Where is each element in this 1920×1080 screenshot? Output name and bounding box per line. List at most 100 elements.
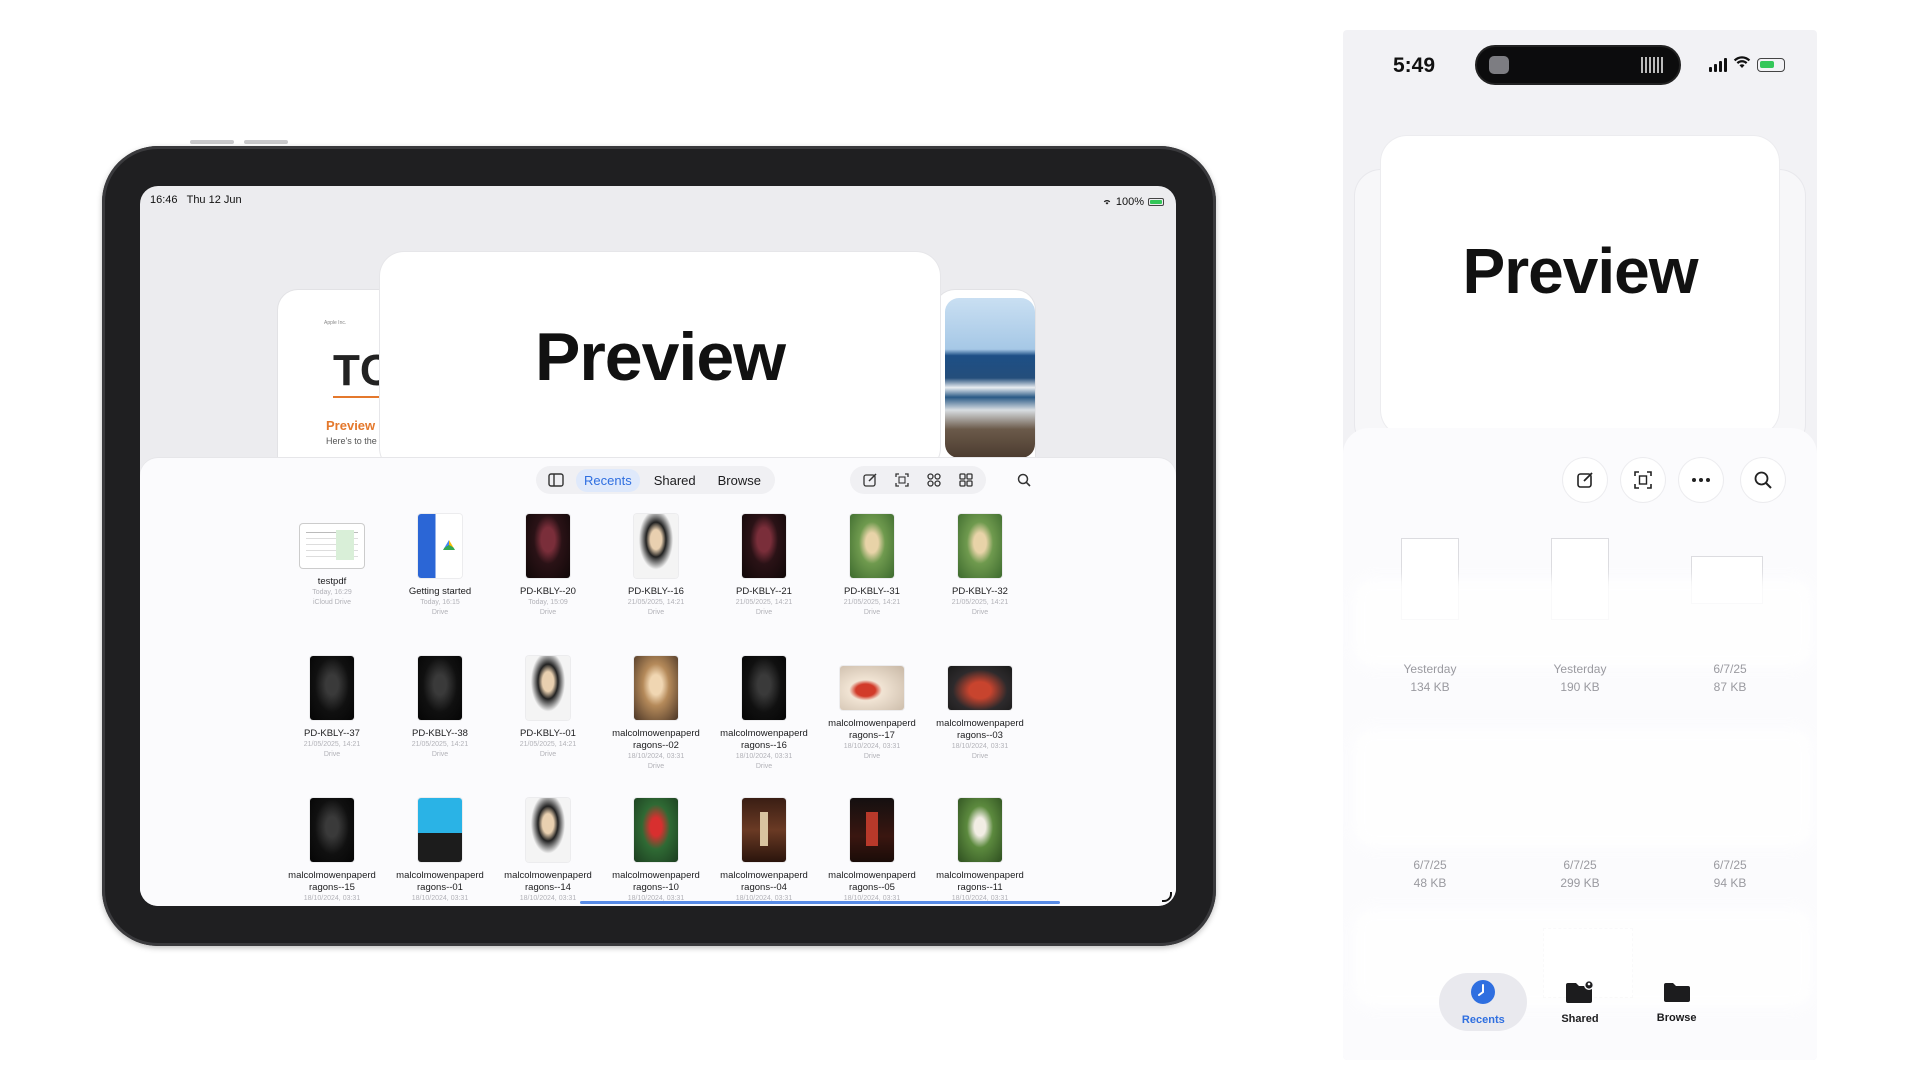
preview-app-card[interactable]: Preview bbox=[380, 252, 940, 472]
file-date: 18/10/2024, 03:31 bbox=[735, 753, 793, 760]
file-browser: Recents Shared Browse testpdf Today, 16:… bbox=[140, 458, 1176, 906]
scan-icon[interactable] bbox=[888, 468, 916, 492]
file-item[interactable]: PD-KBLY--01 21/05/2025, 14:21 Drive bbox=[494, 656, 602, 798]
more-icon[interactable] bbox=[1679, 458, 1723, 502]
file-item[interactable]: malcolmowenpaperd ragons--05 18/10/2024, … bbox=[818, 798, 926, 906]
blur-overlay bbox=[1353, 728, 1813, 848]
file-name: testpdf bbox=[317, 576, 347, 587]
file-location: Drive bbox=[755, 609, 773, 616]
tab-browse[interactable]: Browse bbox=[710, 469, 769, 492]
file-item[interactable]: PD-KBLY--16 21/05/2025, 14:21 Drive bbox=[602, 514, 710, 656]
file-meta: 6/7/25 48 KB bbox=[1380, 856, 1480, 892]
file-meta: Yesterday 134 KB bbox=[1380, 660, 1480, 696]
file-thumbnail bbox=[634, 798, 678, 862]
tab-browse[interactable]: Browse bbox=[1633, 973, 1721, 1031]
file-item[interactable]: malcolmowenpaperd ragons--01 18/10/2024, … bbox=[386, 798, 494, 906]
file-item[interactable]: PD-KBLY--38 21/05/2025, 14:21 Drive bbox=[386, 656, 494, 798]
file-date: 21/05/2025, 14:21 bbox=[519, 741, 577, 748]
file-date: 18/10/2024, 03:31 bbox=[951, 743, 1009, 750]
file-item[interactable]: PD-KBLY--32 21/05/2025, 14:21 Drive bbox=[926, 514, 1034, 656]
file-item[interactable]: PD-KBLY--20 Today, 15:09 Drive bbox=[494, 514, 602, 656]
tab-recents[interactable]: Recents bbox=[576, 468, 640, 492]
file-thumbnail bbox=[742, 514, 786, 578]
file-date: 6/7/25 bbox=[1413, 858, 1447, 872]
file-item[interactable]: Getting started Today, 16:15 Drive bbox=[386, 514, 494, 656]
resize-handle[interactable] bbox=[1162, 892, 1172, 902]
dynamic-island[interactable] bbox=[1475, 45, 1681, 85]
file-name: malcolmowenpaperd ragons--05 bbox=[828, 870, 916, 893]
ipad-volume-button bbox=[190, 140, 234, 144]
file-thumbnail bbox=[526, 514, 570, 578]
file-item[interactable]: PD-KBLY--31 21/05/2025, 14:21 Drive bbox=[818, 514, 926, 656]
file-name: PD-KBLY--20 bbox=[520, 586, 576, 597]
file-browser: Yesterday 134 KB Yesterday 190 KB 6/7/25… bbox=[1343, 428, 1817, 1060]
ipad-battery-percent: 100% bbox=[1115, 196, 1144, 208]
grid-view-icon[interactable] bbox=[952, 468, 980, 492]
file-item[interactable]: PD-KBLY--37 21/05/2025, 14:21 Drive bbox=[278, 656, 386, 798]
battery-icon bbox=[1757, 57, 1785, 72]
group-icon[interactable] bbox=[920, 468, 948, 492]
compose-icon[interactable] bbox=[1563, 458, 1607, 502]
file-item[interactable]: malcolmowenpaperd ragons--14 18/10/2024, … bbox=[494, 798, 602, 906]
tab-shared[interactable]: Shared bbox=[646, 469, 704, 492]
search-icon[interactable] bbox=[1010, 466, 1038, 494]
scroll-indicator[interactable] bbox=[580, 901, 1060, 904]
file-item[interactable]: malcolmowenpaperd ragons--15 18/10/2024, … bbox=[278, 798, 386, 906]
file-name: malcolmowenpaperd ragons--11 bbox=[936, 870, 1024, 893]
file-item[interactable]: malcolmowenpaperd ragons--04 18/10/2024, … bbox=[710, 798, 818, 906]
tab-recents[interactable]: Recents bbox=[1439, 973, 1528, 1031]
file-meta: 6/7/25 94 KB bbox=[1680, 856, 1780, 892]
file-item[interactable]: testpdf Today, 16:29 iCloud Drive bbox=[278, 514, 386, 656]
file-date: 21/05/2025, 14:21 bbox=[303, 741, 361, 748]
ipad-date: Thu 12 Jun bbox=[186, 194, 242, 206]
file-location: Drive bbox=[971, 609, 989, 616]
preview-app-card[interactable]: Preview bbox=[1381, 136, 1779, 436]
file-item[interactable]: malcolmowenpaperd ragons--16 18/10/2024, … bbox=[710, 656, 818, 798]
card-orange-heading: Preview bbox=[326, 418, 376, 433]
file-item[interactable]: malcolmowenpaperd ragons--11 18/10/2024, … bbox=[926, 798, 1034, 906]
tab-bar: Recents Shared Browse bbox=[1435, 970, 1725, 1034]
file-thumbnail bbox=[958, 514, 1002, 578]
file-item[interactable]: malcolmowenpaperd ragons--03 18/10/2024, … bbox=[926, 656, 1034, 798]
file-location: Drive bbox=[755, 763, 773, 770]
file-location: Drive bbox=[431, 751, 449, 758]
file-meta: 6/7/25 87 KB bbox=[1680, 660, 1780, 696]
file-name: PD-KBLY--21 bbox=[736, 586, 792, 597]
file-item[interactable]: PD-KBLY--21 21/05/2025, 14:21 Drive bbox=[710, 514, 818, 656]
file-date: 21/05/2025, 14:21 bbox=[627, 599, 685, 606]
blur-overlay bbox=[1353, 578, 1813, 668]
compose-icon[interactable] bbox=[856, 468, 884, 492]
file-name: PD-KBLY--32 bbox=[952, 586, 1008, 597]
file-name: PD-KBLY--31 bbox=[844, 586, 900, 597]
file-name: malcolmowenpaperd ragons--01 bbox=[396, 870, 484, 893]
sidebar-icon[interactable] bbox=[542, 468, 570, 492]
file-name: malcolmowenpaperd ragons--10 bbox=[612, 870, 700, 893]
file-thumbnail bbox=[634, 514, 678, 578]
file-thumbnail bbox=[526, 798, 570, 862]
file-date: Today, 16:15 bbox=[420, 599, 460, 606]
file-meta: 6/7/25 299 KB bbox=[1530, 856, 1630, 892]
stage: 16:46 Thu 12 Jun 100% Apple Inc. TC Prev… bbox=[0, 0, 1920, 1080]
iphone-device: 5:49 Preview Yesterday 134 KB Yesterday … bbox=[1343, 30, 1817, 1060]
file-date: 6/7/25 bbox=[1713, 858, 1747, 872]
file-location: Drive bbox=[323, 751, 341, 758]
search-icon[interactable] bbox=[1741, 458, 1785, 502]
preview-title: Preview bbox=[534, 319, 786, 395]
file-item[interactable]: malcolmowenpaperd ragons--17 18/10/2024, … bbox=[818, 656, 926, 798]
card-small-text: Apple Inc. bbox=[324, 320, 347, 326]
tab-label: Browse bbox=[1656, 1011, 1697, 1024]
file-item[interactable]: malcolmowenpaperd ragons--10 18/10/2024, … bbox=[602, 798, 710, 906]
scan-icon[interactable] bbox=[1621, 458, 1665, 502]
file-item[interactable]: malcolmowenpaperd ragons--02 18/10/2024, … bbox=[602, 656, 710, 798]
file-name: Getting started bbox=[408, 586, 472, 597]
tab-shared[interactable]: Shared bbox=[1536, 973, 1624, 1031]
file-date: 21/05/2025, 14:21 bbox=[411, 741, 469, 748]
file-thumbnail bbox=[418, 798, 462, 862]
file-thumbnail bbox=[418, 656, 462, 720]
file-name: PD-KBLY--01 bbox=[520, 728, 576, 739]
file-name: malcolmowenpaperd ragons--17 bbox=[828, 718, 916, 741]
file-thumbnail bbox=[310, 656, 354, 720]
file-name: PD-KBLY--16 bbox=[628, 586, 684, 597]
file-grid: testpdf Today, 16:29 iCloud Drive Getting … bbox=[278, 514, 1034, 906]
file-name: malcolmowenpaperd ragons--04 bbox=[720, 870, 808, 893]
